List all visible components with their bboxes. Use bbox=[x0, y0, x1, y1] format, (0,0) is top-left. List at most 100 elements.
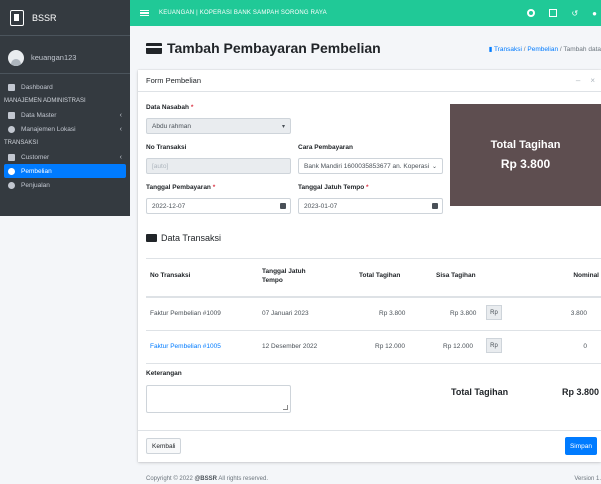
field-value: [auto] bbox=[152, 162, 169, 170]
summary-total-label: Total Tagihan bbox=[451, 387, 509, 397]
sidebar-item-label: Data Master bbox=[21, 111, 57, 119]
sidebar-item-label: Manajemen Lokasi bbox=[21, 125, 76, 133]
calendar-icon[interactable] bbox=[280, 203, 286, 209]
sidebar-item-manajemen-lokasi[interactable]: Manajemen Lokasi ‹ bbox=[0, 122, 130, 136]
topbar-icons: ↺ ● bbox=[527, 9, 597, 18]
circle-icon bbox=[8, 181, 15, 189]
data-nasabah-label: Data Nasabah * bbox=[146, 104, 193, 111]
user-icon[interactable]: ● bbox=[592, 9, 597, 18]
cell-nominal-input[interactable]: 3.800 bbox=[571, 310, 587, 317]
chevron-left-icon: ‹ bbox=[119, 125, 122, 133]
cell-total-tagihan: Rp 3.800 bbox=[379, 310, 406, 317]
avatar bbox=[8, 49, 24, 66]
keterangan-label: Keterangan bbox=[146, 370, 182, 377]
sidebar-item-data-master[interactable]: Data Master ‹ bbox=[0, 108, 130, 122]
credit-card-icon bbox=[146, 42, 162, 54]
tanggal-pembayaran-input[interactable]: 2022-12-07 bbox=[146, 198, 291, 214]
breadcrumb-current: Tambah data bbox=[563, 46, 601, 53]
user-name: keuangan123 bbox=[31, 53, 77, 62]
tanggal-jatuh-tempo-input[interactable]: 2023-01-07 bbox=[298, 198, 443, 214]
calendar-icon[interactable] bbox=[432, 203, 438, 209]
brand-name: BSSR bbox=[32, 12, 57, 23]
column-jatuh-tempo: Tanggal Jatuh Tempo bbox=[262, 267, 306, 285]
cell-sisa-tagihan: Rp 3.800 bbox=[450, 310, 477, 317]
cell-nominal-input[interactable]: 0 bbox=[583, 343, 587, 350]
customer-icon bbox=[8, 153, 15, 161]
label-text: Data Nasabah bbox=[146, 104, 189, 111]
cell-no-transaksi: Faktur Pembelian #1009 bbox=[150, 310, 221, 317]
breadcrumb-transaksi[interactable]: ▮ Transaksi bbox=[489, 46, 522, 53]
card-tools: – × bbox=[576, 76, 595, 85]
page-footer: Copyright © 2022 @BSSR All rights reserv… bbox=[146, 476, 601, 482]
circle-icon bbox=[8, 167, 15, 175]
settings-icon[interactable] bbox=[527, 9, 536, 17]
undo-icon[interactable]: ↺ bbox=[571, 9, 578, 18]
column-total-tagihan: Total Tagihan bbox=[359, 272, 401, 279]
tanggal-pembayaran-label: Tanggal Pembayaran * bbox=[146, 184, 215, 191]
cara-pembayaran-label: Cara Pembayaran bbox=[298, 144, 353, 151]
total-tagihan-box: Total Tagihan Rp 3.800 bbox=[450, 104, 601, 206]
nav-header-master: MANAJEMEN ADMINISTRASI bbox=[4, 98, 86, 104]
table-row: Faktur Pembelian #1005 12 Desember 2022 … bbox=[146, 331, 601, 364]
collapse-icon[interactable]: – bbox=[576, 76, 580, 85]
data-transaksi-title: Data Transaksi bbox=[146, 233, 221, 243]
database-icon bbox=[8, 111, 15, 119]
table-header: No Transaksi Tanggal Jatuh Tempo Total Ta… bbox=[146, 258, 601, 298]
cell-jatuh-tempo: 07 Januari 2023 bbox=[262, 310, 309, 317]
sidebar-item-dashboard[interactable]: Dashboard bbox=[0, 80, 130, 94]
map-marker-icon bbox=[8, 125, 15, 133]
cell-no-transaksi-link[interactable]: Faktur Pembelian #1005 bbox=[150, 343, 221, 350]
cell-total-tagihan: Rp 12.000 bbox=[375, 343, 405, 350]
chevron-left-icon: ‹ bbox=[119, 153, 122, 161]
nav-header-transaksi: TRANSAKSI bbox=[4, 140, 39, 146]
required-mark: * bbox=[212, 184, 216, 191]
tanggal-jatuh-tempo-label: Tanggal Jatuh Tempo * bbox=[298, 184, 369, 191]
hamburger-menu-icon[interactable] bbox=[140, 8, 149, 18]
sidebar-item-penjualan[interactable]: Penjualan bbox=[0, 178, 130, 192]
table-row: Faktur Pembelian #1009 07 Januari 2023 R… bbox=[146, 298, 601, 331]
simpan-button[interactable]: Simpan bbox=[564, 437, 597, 455]
content-header: Tambah Pembayaran Pembelian ▮ Transaksi … bbox=[146, 40, 601, 64]
copyright-text: Copyright © 2022 bbox=[146, 476, 195, 482]
dashboard-icon bbox=[8, 83, 15, 91]
caret-down-icon: ▾ bbox=[281, 123, 285, 130]
footer-brand-link[interactable]: @BSSR bbox=[194, 476, 217, 482]
brand-link[interactable]: BSSR bbox=[0, 0, 130, 36]
user-panel[interactable]: keuangan123 bbox=[0, 42, 130, 74]
cara-pembayaran-select[interactable]: Bank Mandiri 1600035853677 an. Koperasi … bbox=[298, 158, 443, 174]
no-transaksi-label: No Transaksi bbox=[146, 144, 187, 151]
card-title: Form Pembelian bbox=[146, 76, 202, 85]
summary-total-value: Rp 3.800 bbox=[561, 387, 599, 397]
data-nasabah-select[interactable]: Abdu rahman ▾ bbox=[146, 118, 291, 134]
keterangan-textarea[interactable] bbox=[146, 385, 291, 413]
no-transaksi-field: [auto] bbox=[146, 158, 291, 174]
kembali-button[interactable]: Kembali bbox=[146, 438, 182, 454]
topbar-title: KEUANGAN | KOPERASI BANK SAMPAH SORONG R… bbox=[159, 10, 327, 16]
close-icon[interactable]: × bbox=[590, 76, 595, 85]
sidebar-item-customer[interactable]: Customer ‹ bbox=[0, 150, 130, 164]
cell-jatuh-tempo: 12 Desember 2022 bbox=[262, 343, 318, 350]
page-title-text: Tambah Pembayaran Pembelian bbox=[167, 40, 381, 56]
sidebar-item-label: Pembelian bbox=[21, 167, 52, 175]
label-text: Tanggal Jatuh Tempo bbox=[298, 184, 365, 191]
trash-bin-logo-icon bbox=[10, 9, 24, 26]
topbar: KEUANGAN | KOPERASI BANK SAMPAH SORONG R… bbox=[130, 0, 601, 26]
sidebar-item-label: Customer bbox=[21, 153, 50, 161]
column-no-transaksi: No Transaksi bbox=[150, 272, 191, 279]
breadcrumb-pembelian[interactable]: Pembelian bbox=[527, 46, 558, 53]
total-tagihan-box-label: Total Tagihan bbox=[490, 139, 561, 151]
table-icon bbox=[146, 234, 157, 242]
chevron-down-icon: ⌄ bbox=[429, 162, 437, 170]
sidebar-item-pembelian[interactable]: Pembelian bbox=[4, 164, 126, 178]
card-footer: Kembali Simpan bbox=[138, 430, 601, 462]
section-title-text: Data Transaksi bbox=[161, 233, 222, 243]
column-text: Tanggal Jatuh bbox=[262, 268, 306, 275]
column-text: Tempo bbox=[262, 277, 283, 284]
input-value: 2022-12-07 bbox=[152, 202, 186, 210]
input-value: 2023-01-07 bbox=[304, 202, 338, 210]
calculator-icon[interactable] bbox=[549, 9, 558, 17]
chevron-left-icon: ‹ bbox=[119, 111, 122, 119]
breadcrumb: ▮ Transaksi / Pembelian / Tambah data bbox=[489, 45, 601, 53]
select-value: Bank Mandiri 1600035853677 an. Koperasi bbox=[304, 162, 430, 170]
required-mark: * bbox=[190, 104, 194, 111]
